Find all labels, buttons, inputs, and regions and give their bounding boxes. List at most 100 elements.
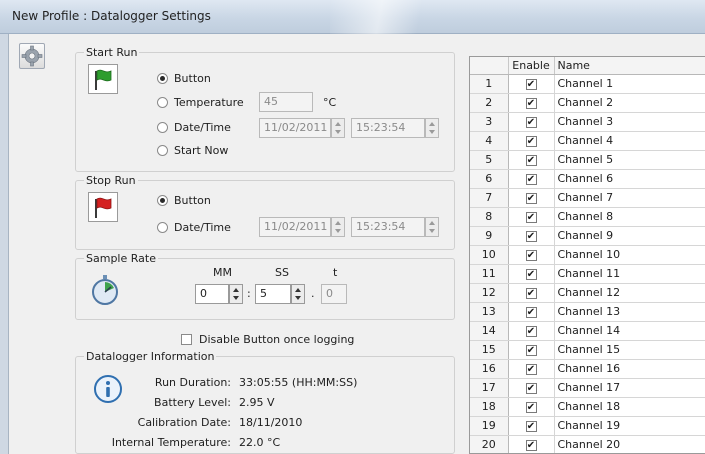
checkmark-icon: ✔	[525, 345, 537, 356]
stop-button-radio[interactable]: Button	[157, 194, 211, 207]
stop-date-spinner[interactable]	[331, 217, 345, 237]
table-row[interactable]: 7 ✔ Channel 7	[470, 188, 705, 208]
table-row[interactable]: 13 ✔ Channel 13	[470, 302, 705, 322]
enable-checkbox[interactable]: ✔	[508, 245, 555, 265]
table-row[interactable]: 12 ✔ Channel 12	[470, 283, 705, 303]
channel-name[interactable]: Channel 7	[554, 188, 705, 208]
start-now-label: Start Now	[174, 144, 229, 157]
mm-field[interactable]: 0	[195, 284, 229, 304]
table-row[interactable]: 19 ✔ Channel 19	[470, 416, 705, 436]
start-temperature-radio[interactable]: Temperature	[157, 96, 244, 109]
table-row[interactable]: 8 ✔ Channel 8	[470, 207, 705, 227]
channel-name[interactable]: Channel 20	[554, 435, 705, 453]
table-row[interactable]: 15 ✔ Channel 15	[470, 340, 705, 360]
start-datetime-radio[interactable]: Date/Time	[157, 121, 231, 134]
table-row[interactable]: 3 ✔ Channel 3	[470, 112, 705, 132]
channel-name[interactable]: Channel 16	[554, 359, 705, 379]
battery-level-value: 2.95 V	[239, 396, 275, 409]
enable-checkbox[interactable]: ✔	[508, 283, 555, 303]
start-temperature-field[interactable]: 45	[259, 92, 313, 112]
table-row[interactable]: 14 ✔ Channel 14	[470, 321, 705, 341]
ss-spinner[interactable]	[291, 284, 305, 304]
channel-name[interactable]: Channel 13	[554, 302, 705, 322]
table-row[interactable]: 11 ✔ Channel 11	[470, 264, 705, 284]
table-row[interactable]: 10 ✔ Channel 10	[470, 245, 705, 265]
table-row[interactable]: 2 ✔ Channel 2	[470, 93, 705, 113]
row-number: 8	[470, 207, 509, 227]
channel-name[interactable]: Channel 6	[554, 169, 705, 189]
channel-name[interactable]: Channel 18	[554, 397, 705, 417]
start-date-field[interactable]: 11/02/2011	[259, 118, 331, 138]
gear-icon[interactable]	[19, 43, 45, 69]
enable-checkbox[interactable]: ✔	[508, 435, 555, 453]
disable-button-checkbox[interactable]	[181, 334, 192, 345]
enable-checkbox[interactable]: ✔	[508, 74, 555, 94]
run-duration-value: 33:05:55 (HH:MM:SS)	[239, 376, 358, 389]
stop-time-field[interactable]: 15:23:54	[351, 217, 425, 237]
stop-datetime-radio[interactable]: Date/Time	[157, 221, 231, 234]
enable-checkbox[interactable]: ✔	[508, 207, 555, 227]
row-number: 6	[470, 169, 509, 189]
mm-spinner[interactable]	[229, 284, 243, 304]
enable-checkbox[interactable]: ✔	[508, 340, 555, 360]
channel-name[interactable]: Channel 11	[554, 264, 705, 284]
channel-name[interactable]: Channel 9	[554, 226, 705, 246]
channel-name[interactable]: Channel 14	[554, 321, 705, 341]
channel-name[interactable]: Channel 3	[554, 112, 705, 132]
table-row[interactable]: 1 ✔ Channel 1	[470, 74, 705, 94]
enable-checkbox[interactable]: ✔	[508, 359, 555, 379]
table-row[interactable]: 4 ✔ Channel 4	[470, 131, 705, 151]
header-enable[interactable]: Enable	[508, 57, 555, 75]
start-time-field[interactable]: 15:23:54	[351, 118, 425, 138]
enable-checkbox[interactable]: ✔	[508, 264, 555, 284]
enable-checkbox[interactable]: ✔	[508, 397, 555, 417]
start-date-spinner[interactable]	[331, 118, 345, 138]
stop-date-field[interactable]: 11/02/2011	[259, 217, 331, 237]
stop-run-legend: Stop Run	[86, 174, 136, 187]
table-row[interactable]: 20 ✔ Channel 20	[470, 435, 705, 453]
channel-name[interactable]: Channel 17	[554, 378, 705, 398]
channel-name[interactable]: Channel 10	[554, 245, 705, 265]
enable-checkbox[interactable]: ✔	[508, 321, 555, 341]
enable-checkbox[interactable]: ✔	[508, 416, 555, 436]
ss-label: SS	[275, 266, 289, 279]
row-number: 5	[470, 150, 509, 170]
checkmark-icon: ✔	[525, 288, 537, 299]
enable-checkbox[interactable]: ✔	[508, 93, 555, 113]
row-number: 9	[470, 226, 509, 246]
checkmark-icon: ✔	[525, 231, 537, 242]
enable-checkbox[interactable]: ✔	[508, 112, 555, 132]
channel-name[interactable]: Channel 4	[554, 131, 705, 151]
channel-name[interactable]: Channel 12	[554, 283, 705, 303]
table-row[interactable]: 6 ✔ Channel 6	[470, 169, 705, 189]
channel-name[interactable]: Channel 15	[554, 340, 705, 360]
start-button-radio[interactable]: Button	[157, 72, 211, 85]
table-row[interactable]: 5 ✔ Channel 5	[470, 150, 705, 170]
channel-name[interactable]: Channel 2	[554, 93, 705, 113]
table-row[interactable]: 16 ✔ Channel 16	[470, 359, 705, 379]
table-row[interactable]: 18 ✔ Channel 18	[470, 397, 705, 417]
stop-time-spinner[interactable]	[425, 217, 439, 237]
enable-checkbox[interactable]: ✔	[508, 150, 555, 170]
sample-rate-legend: Sample Rate	[86, 252, 156, 265]
checkmark-icon: ✔	[525, 98, 537, 109]
row-number: 18	[470, 397, 509, 417]
channel-name[interactable]: Channel 1	[554, 74, 705, 94]
table-row[interactable]: 17 ✔ Channel 17	[470, 378, 705, 398]
ss-field[interactable]: 5	[255, 284, 291, 304]
enable-checkbox[interactable]: ✔	[508, 302, 555, 322]
enable-checkbox[interactable]: ✔	[508, 169, 555, 189]
channel-name[interactable]: Channel 8	[554, 207, 705, 227]
channel-name[interactable]: Channel 5	[554, 150, 705, 170]
start-time-spinner[interactable]	[425, 118, 439, 138]
channel-name[interactable]: Channel 19	[554, 416, 705, 436]
enable-checkbox[interactable]: ✔	[508, 188, 555, 208]
enable-checkbox[interactable]: ✔	[508, 378, 555, 398]
table-row[interactable]: 9 ✔ Channel 9	[470, 226, 705, 246]
red-flag-icon	[88, 192, 118, 222]
start-now-radio[interactable]: Start Now	[157, 144, 228, 157]
enable-checkbox[interactable]: ✔	[508, 131, 555, 151]
t-field[interactable]: 0	[321, 284, 347, 304]
enable-checkbox[interactable]: ✔	[508, 226, 555, 246]
header-name[interactable]: Name	[554, 57, 705, 75]
